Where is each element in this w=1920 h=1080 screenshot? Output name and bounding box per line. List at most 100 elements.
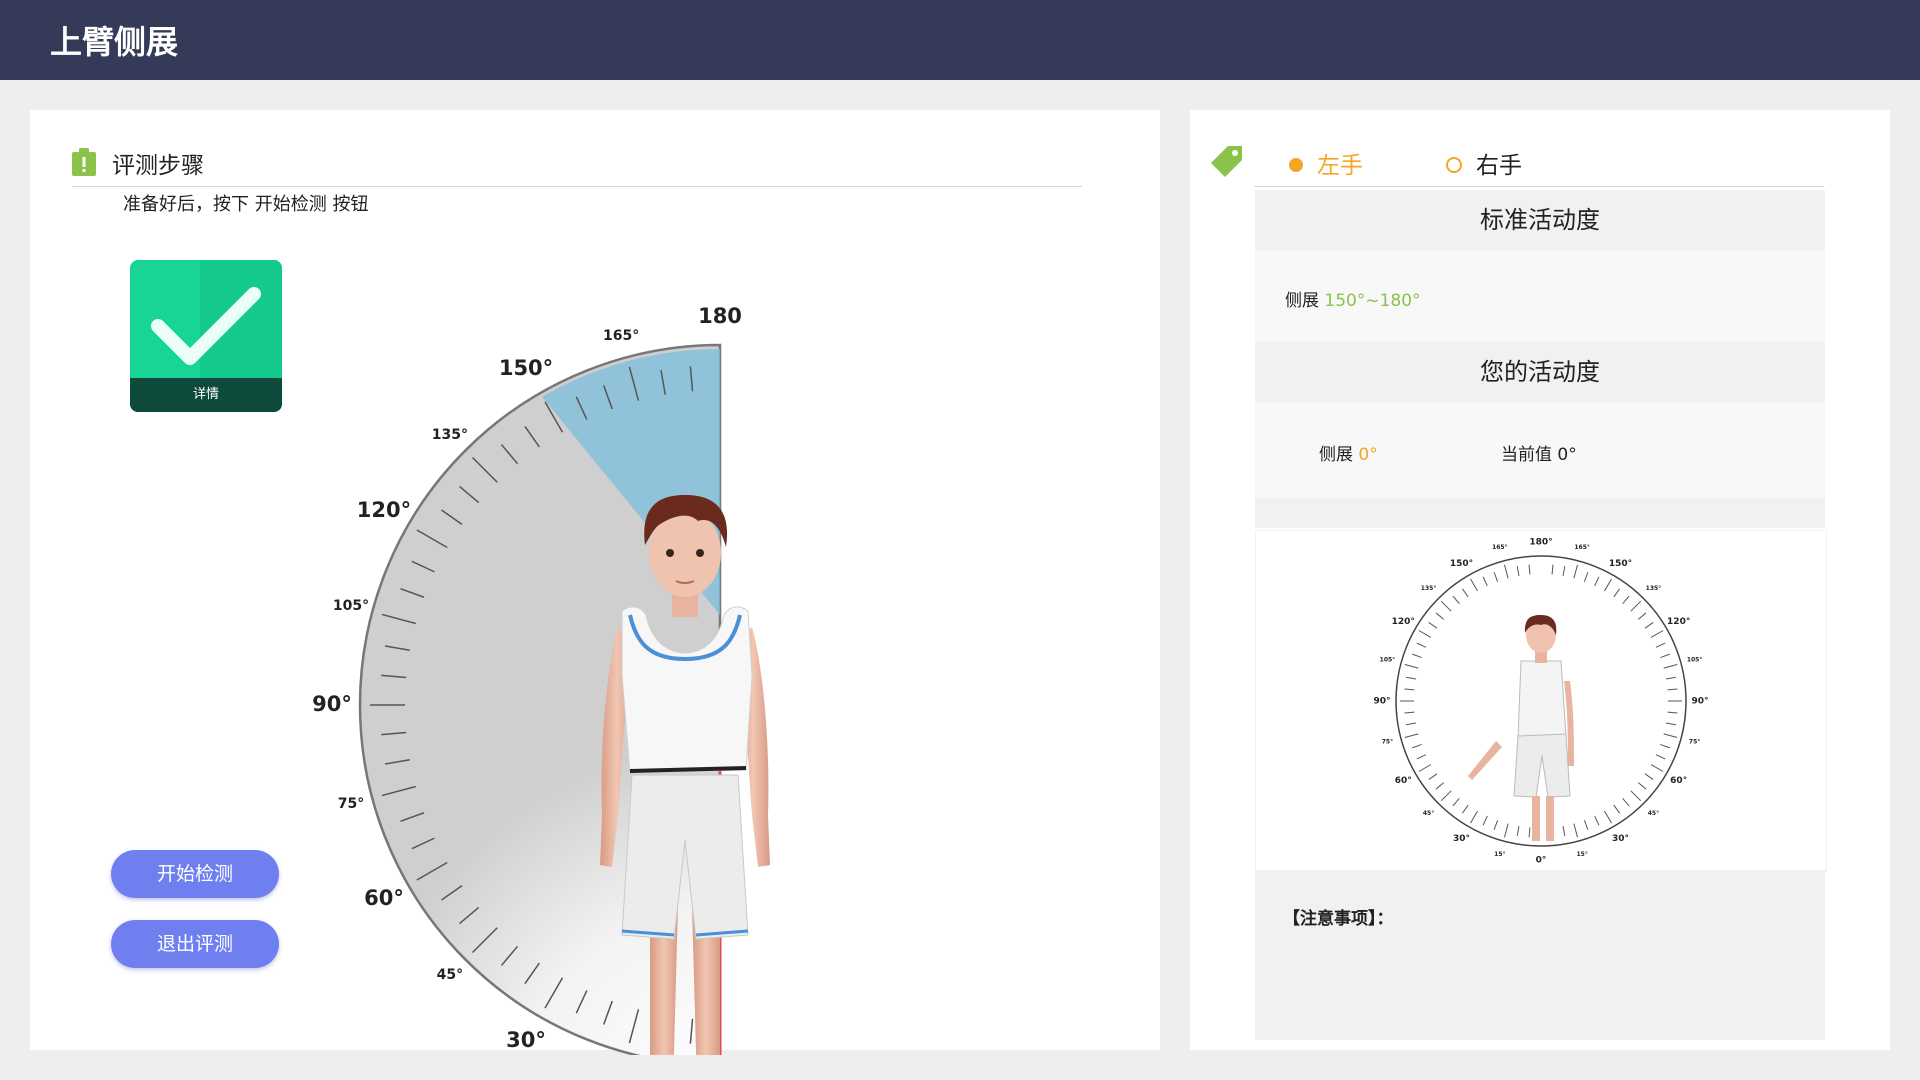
diagram-tick — [1573, 564, 1578, 579]
steps-header: 评测步骤 — [72, 128, 1082, 187]
status-detail-card[interactable]: 详情 — [130, 260, 282, 412]
gauge-label: 120° — [357, 498, 411, 522]
hand-selector: 左手 右手 — [1211, 128, 1824, 187]
diagram-tick — [1663, 733, 1678, 738]
current-value-label: 当前值 — [1501, 445, 1552, 465]
exit-assessment-button[interactable]: 退出评测 — [111, 920, 279, 968]
diagram-tick — [1435, 612, 1445, 620]
left-hand-option[interactable]: 左手 — [1289, 146, 1363, 180]
gauge-label: 165° — [603, 328, 639, 344]
result-panel: 左手 右手 标准活动度 侧展 150°~180° 您的活动度 侧展 0° 当前值… — [1190, 110, 1890, 1050]
diagram-tick — [1404, 711, 1415, 714]
diagram-tick — [1650, 630, 1664, 638]
steps-title: 评测步骤 — [112, 153, 204, 179]
diagram-tick — [1637, 612, 1647, 620]
diagram-tick — [1663, 664, 1678, 669]
diagram-tick — [1665, 722, 1677, 726]
diagram-tick — [1665, 676, 1677, 680]
diagram-tick — [1504, 564, 1509, 579]
gauge-label: 180 — [698, 304, 742, 328]
angle-gauge: 0°15°30°45°60°75°90°105°120°135°150°165°… — [312, 304, 770, 1055]
top-bar: 上臂侧展 — [0, 0, 1920, 80]
gauge-label: 150° — [499, 356, 553, 380]
notes-box: 【注意事项】： — [1255, 870, 1825, 1040]
diagram-label: 105° — [1687, 656, 1703, 663]
standard-range-label: 侧展 — [1285, 291, 1319, 311]
diagram-tick — [1562, 825, 1566, 837]
standard-range-title: 标准活动度 — [1255, 190, 1825, 250]
your-range-field: 侧展 0° — [1319, 440, 1378, 465]
details-label: 详情 — [130, 378, 282, 412]
clipboard-icon — [72, 148, 96, 176]
diagram-tick — [1630, 790, 1642, 802]
diagram-tick — [1613, 804, 1620, 814]
radio-selected-icon — [1289, 157, 1303, 172]
diagram-tick — [1528, 827, 1531, 838]
diagram-label: 15° — [1494, 851, 1505, 858]
diagram-tick — [1528, 564, 1531, 575]
your-range-box: 您的活动度 侧展 0° 当前值 0° — [1255, 342, 1825, 528]
circle-gauge-diagram: 180° 165° 165° 150° 150° 135° 135° 120° 120° 105°… — [1373, 538, 1708, 866]
diagram-label: 105° — [1380, 656, 1396, 663]
diagram-tick — [1435, 782, 1445, 790]
right-hand-option[interactable]: 右手 — [1446, 146, 1522, 180]
right-hand-label: 右手 — [1476, 153, 1522, 179]
diagram-tick — [1604, 578, 1612, 592]
diagram-label: 30° — [1612, 834, 1629, 844]
diagram-tick — [1655, 642, 1666, 648]
gauge-label: 30° — [506, 1028, 546, 1052]
diagram-tick — [1551, 564, 1554, 575]
standard-range-field: 侧展 150°~180° — [1285, 286, 1421, 311]
standard-range-value: 150°~180° — [1324, 291, 1421, 311]
diagram-tick — [1573, 823, 1578, 838]
your-range-value: 0° — [1358, 445, 1378, 465]
diagram-tick — [1655, 754, 1666, 760]
diagram-tick — [1452, 797, 1460, 807]
gauge-label: 45° — [437, 967, 463, 983]
gauge-label: 90° — [312, 692, 352, 716]
diagram-label: 45° — [1423, 810, 1434, 817]
diagram-label: 0° — [1536, 856, 1547, 866]
diagram-tick — [1470, 810, 1478, 824]
diagram-tick — [1405, 676, 1417, 680]
diagram-tick — [1452, 595, 1460, 605]
diagram-label: 15° — [1576, 851, 1587, 858]
diagram-tick — [1594, 576, 1600, 587]
standard-range-box: 标准活动度 侧展 150°~180° — [1255, 190, 1825, 342]
diagram-label: 135° — [1646, 585, 1662, 592]
diagram-tick — [1562, 565, 1566, 577]
page-title: 上臂侧展 — [50, 23, 179, 61]
diagram-tick — [1412, 743, 1422, 749]
diagram-tick — [1644, 773, 1654, 780]
diagram-tick — [1416, 642, 1427, 648]
diagram-tick — [1470, 578, 1478, 592]
diagram-tick — [1637, 782, 1647, 790]
diagram-tick — [1667, 711, 1678, 714]
diagram-tick — [1493, 572, 1499, 582]
diagram-tick — [1404, 688, 1415, 691]
diagram-tick — [1650, 764, 1664, 772]
diagram-tick — [1583, 820, 1589, 830]
start-test-button[interactable]: 开始检测 — [111, 850, 279, 898]
tag-icon — [1211, 146, 1242, 177]
current-value-field: 当前值 0° — [1501, 440, 1577, 465]
radio-unselected-icon — [1446, 156, 1462, 173]
diagram-tick — [1613, 588, 1620, 598]
your-range-label: 侧展 — [1319, 445, 1353, 465]
diagram-label: 135° — [1421, 585, 1437, 592]
gauge-label: 105° — [333, 598, 369, 614]
diagram-label: 120° — [1667, 617, 1690, 627]
diagram-tick — [1462, 588, 1469, 598]
diagram-tick — [1405, 722, 1417, 726]
diagram-tick — [1622, 595, 1630, 605]
diagram-tick — [1440, 600, 1452, 612]
mini-figure — [1468, 615, 1574, 841]
diagram-tick — [1412, 653, 1422, 659]
diagram-tick — [1516, 825, 1520, 837]
gauge-label: 60° — [364, 886, 404, 910]
diagram-tick — [1440, 790, 1452, 802]
diagram-tick — [1604, 810, 1612, 824]
diagram-label: 75° — [1382, 739, 1393, 746]
diagram-tick — [1416, 754, 1427, 760]
diagram-tick — [1482, 576, 1488, 587]
